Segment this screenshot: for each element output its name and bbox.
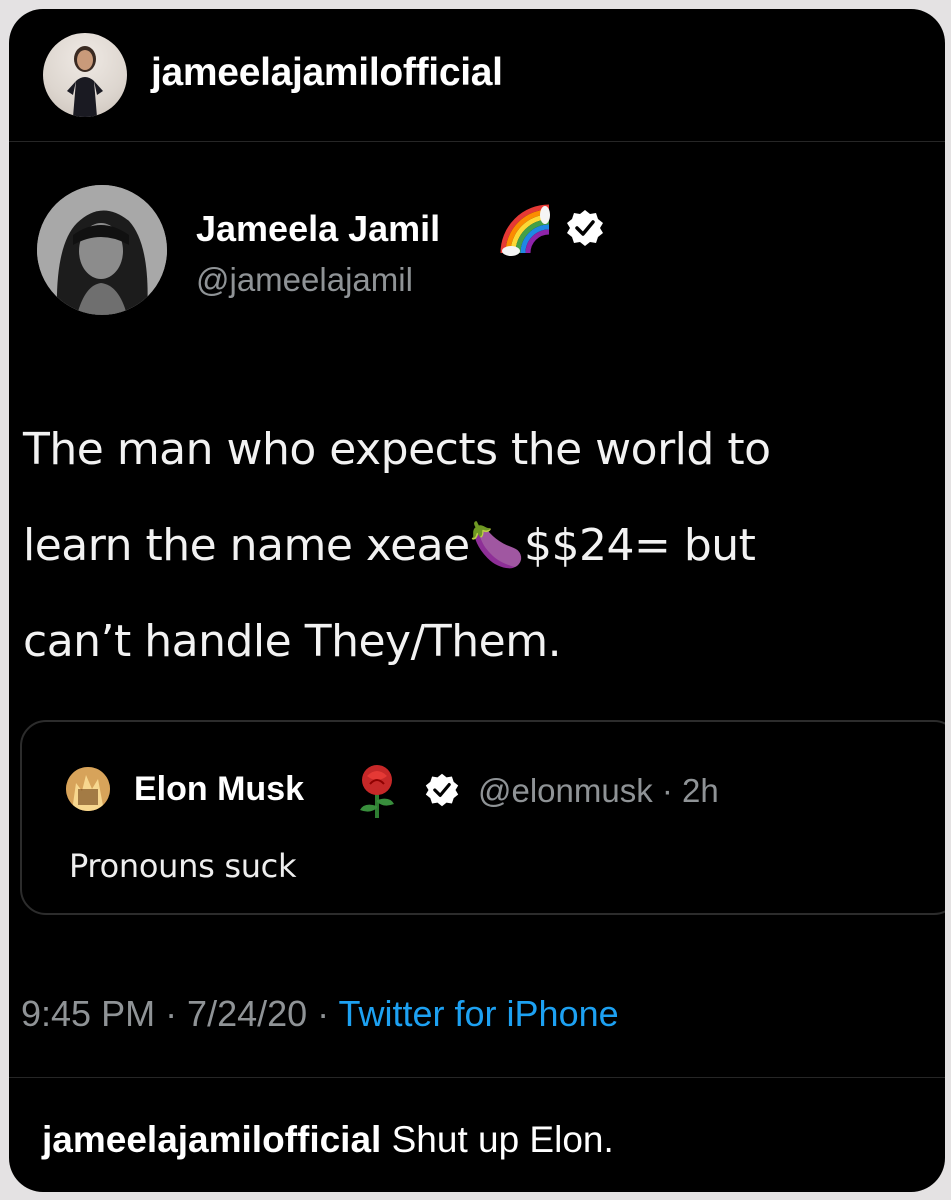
- verified-badge-icon: [567, 210, 603, 246]
- tweet-author-handle[interactable]: @jameelajamil: [196, 263, 413, 296]
- tweet-author-photo: [37, 185, 167, 315]
- caption-username[interactable]: jameelajamilofficial: [42, 1119, 381, 1160]
- post-header: jameelajamilofficial: [9, 9, 945, 142]
- rainbow-icon: [500, 204, 550, 256]
- instagram-username[interactable]: jameelajamilofficial: [151, 53, 503, 92]
- caption-divider: [9, 1077, 945, 1078]
- tweet-source-link[interactable]: Twitter for iPhone: [339, 993, 619, 1034]
- quoted-tweet-handle-time[interactable]: @elonmusk · 2h: [478, 774, 719, 807]
- quoted-verified-badge-icon: [425, 773, 459, 807]
- instagram-avatar[interactable]: [43, 33, 127, 117]
- tweet-text: The man who expects the world to learn t…: [23, 424, 771, 667]
- instagram-avatar-photo: [67, 46, 103, 117]
- quoted-tweet-text: Pronouns suck: [69, 847, 297, 885]
- quoted-avatar-image: [66, 767, 110, 811]
- tweet-author-avatar[interactable]: [37, 185, 167, 315]
- quoted-tweet-card[interactable]: Elon Musk @elonmusk · 2h Pronouns suck: [20, 720, 945, 915]
- tweet-author-name[interactable]: Jameela Jamil: [196, 211, 440, 247]
- caption-text: Shut up Elon.: [381, 1119, 614, 1160]
- instagram-post: jameelajamilofficial Jameela Jamil @jame…: [9, 9, 945, 1192]
- post-caption: jameelajamilofficial Shut up Elon.: [42, 1121, 614, 1158]
- tweet-metadata: 9:45 PM · 7/24/20 · Twitter for iPhone: [21, 996, 619, 1032]
- quoted-tweet-author-name[interactable]: Elon Musk: [134, 772, 304, 806]
- quoted-tweet-avatar[interactable]: [66, 767, 110, 811]
- rose-icon: [360, 765, 394, 818]
- tweet-timestamp[interactable]: 9:45 PM · 7/24/20 ·: [21, 993, 339, 1034]
